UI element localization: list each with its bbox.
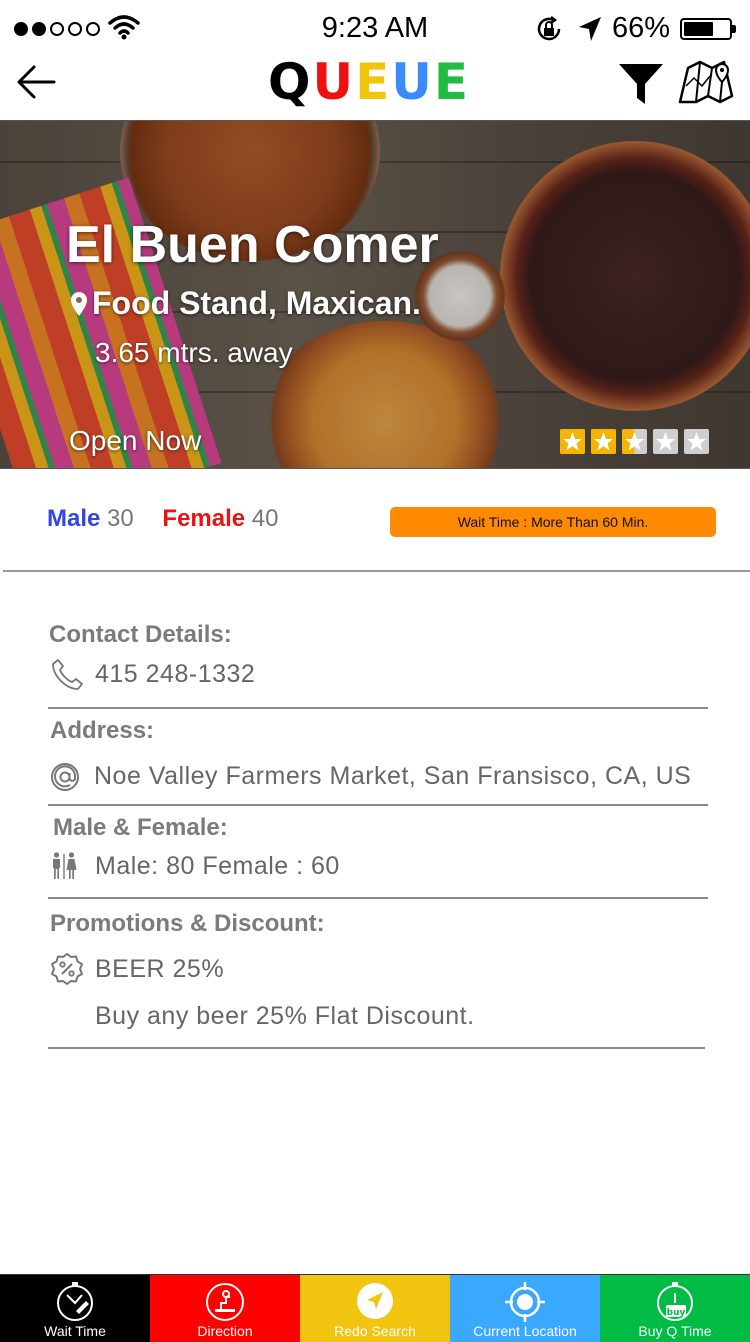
phone-number[interactable]: 415 248-1332 bbox=[95, 660, 255, 689]
filter-icon bbox=[619, 64, 663, 104]
divider bbox=[48, 1047, 705, 1049]
contact-details-heading: Contact Details: bbox=[49, 621, 232, 648]
crowd-count: Male 30 Female 40 bbox=[47, 505, 279, 533]
arrow-left-icon bbox=[17, 65, 56, 99]
map-button[interactable] bbox=[676, 56, 736, 106]
promo-name: BEER 25% bbox=[95, 955, 225, 983]
tab-current-location[interactable]: Current Location bbox=[450, 1274, 600, 1342]
promotions-heading: Promotions & Discount: bbox=[50, 910, 325, 937]
venue-name: El Buen Comer bbox=[66, 216, 439, 274]
star-icon bbox=[684, 429, 709, 454]
logo-letter: U bbox=[391, 53, 434, 111]
tab-redo-search[interactable]: Redo Search bbox=[300, 1274, 450, 1342]
tab-label: Direction bbox=[197, 1323, 253, 1339]
star-icon bbox=[560, 429, 585, 454]
venue-hero-image: El Buen Comer Food Stand, Maxican. 3.65 … bbox=[0, 120, 750, 469]
phone-icon bbox=[52, 659, 83, 690]
male-count: 30 bbox=[107, 505, 134, 532]
restroom-icon bbox=[53, 852, 77, 879]
location-services-icon bbox=[579, 17, 601, 41]
status-bar: 9:23 AM 66% bbox=[0, 0, 750, 56]
star-icon bbox=[653, 429, 678, 454]
gender-counts: Male: 80 Female : 60 bbox=[95, 852, 340, 880]
bottom-tab-bar: Wait Time Direction Redo Search Current … bbox=[0, 1274, 750, 1342]
logo-letter: Q bbox=[268, 53, 313, 111]
logo-letter: E bbox=[433, 53, 471, 111]
direction-icon bbox=[206, 1283, 244, 1321]
divider bbox=[48, 897, 708, 899]
tab-label: Redo Search bbox=[334, 1323, 416, 1339]
battery-percentage: 66% bbox=[612, 12, 671, 44]
male-female-heading: Male & Female: bbox=[53, 814, 228, 841]
female-label: Female bbox=[162, 505, 246, 532]
divider bbox=[48, 804, 708, 806]
battery-icon bbox=[680, 18, 736, 40]
star-icon bbox=[622, 429, 647, 454]
orientation-lock-icon bbox=[537, 16, 561, 41]
at-sign-icon bbox=[51, 763, 79, 791]
buy-timer-icon: buy bbox=[657, 1282, 693, 1321]
star-icon bbox=[591, 429, 616, 454]
address-heading: Address: bbox=[50, 717, 155, 744]
star-rating bbox=[560, 429, 709, 454]
back-button[interactable] bbox=[14, 60, 58, 104]
navigation-arrow-icon bbox=[357, 1283, 393, 1319]
tab-direction[interactable]: Direction bbox=[150, 1274, 300, 1342]
divider bbox=[48, 707, 708, 709]
open-status: Open Now bbox=[69, 425, 202, 456]
location-pin-icon bbox=[71, 291, 87, 316]
address-text: Noe Valley Farmers Market, San Fransisco… bbox=[94, 762, 692, 790]
tab-label: Wait Time bbox=[44, 1323, 106, 1339]
logo-letter: U bbox=[312, 53, 356, 111]
stopwatch-icon bbox=[57, 1282, 93, 1321]
queue-logo: QUEUE bbox=[268, 56, 470, 108]
promo-description: Buy any beer 25% Flat Discount. bbox=[95, 1002, 475, 1030]
divider bbox=[3, 570, 750, 572]
svg-text:buy: buy bbox=[667, 1308, 686, 1318]
venue-type-label: Food Stand, Maxican. bbox=[92, 285, 421, 321]
logo-letter: E bbox=[355, 53, 392, 111]
tab-wait-time[interactable]: Wait Time bbox=[0, 1274, 150, 1342]
navigation-bar: QUEUE bbox=[0, 56, 750, 120]
tab-label: Current Location bbox=[473, 1323, 577, 1339]
female-count: 40 bbox=[251, 505, 279, 532]
discount-badge-icon bbox=[51, 953, 83, 985]
filter-button[interactable] bbox=[617, 60, 665, 108]
venue-distance: 3.65 mtrs. away bbox=[95, 337, 293, 368]
venue-type: Food Stand, Maxican. bbox=[70, 285, 421, 322]
wait-time-badge: Wait Time : More Than 60 Min. bbox=[390, 507, 716, 537]
map-icon bbox=[678, 60, 734, 104]
tab-label: Buy Q Time bbox=[638, 1323, 712, 1339]
tab-buy-q-time[interactable]: buy Buy Q Time bbox=[600, 1274, 750, 1342]
crosshair-icon bbox=[505, 1282, 545, 1322]
male-label: Male bbox=[47, 505, 101, 532]
